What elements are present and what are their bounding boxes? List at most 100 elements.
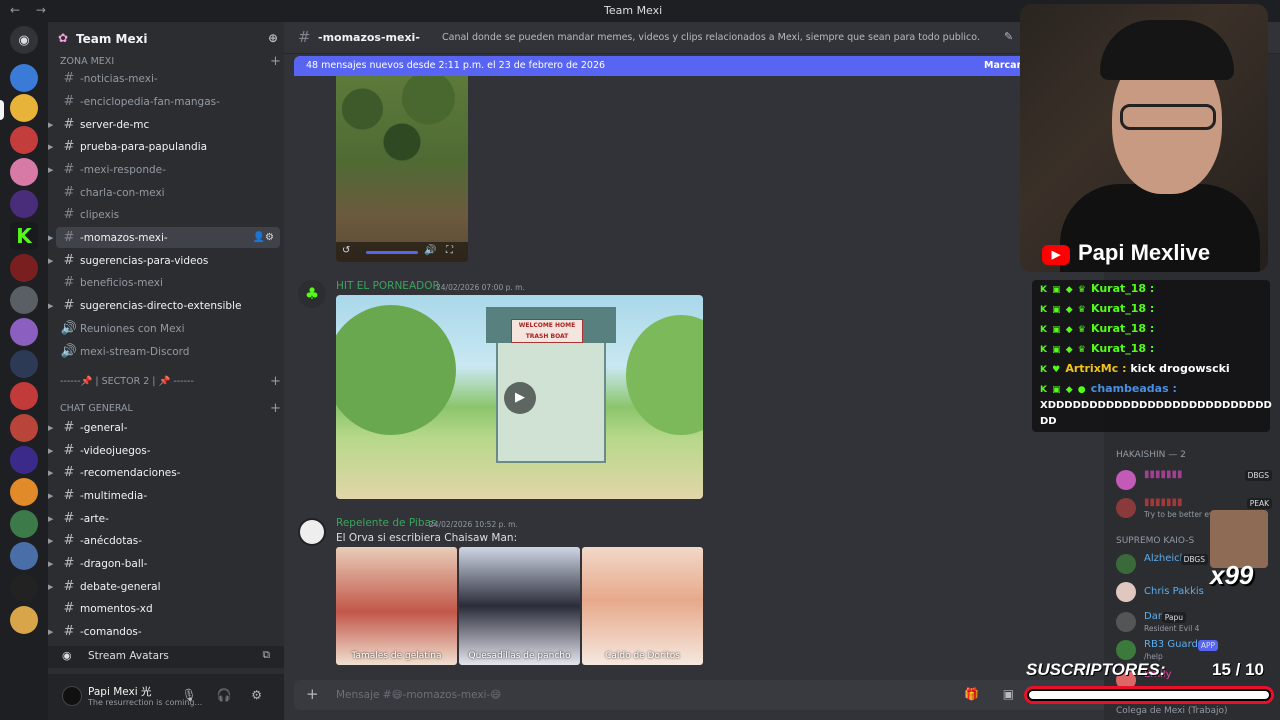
- server-icon[interactable]: [10, 126, 38, 154]
- channel-mexi-responde[interactable]: ▶ # -mexi-responde-: [48, 159, 280, 180]
- message-input[interactable]: Mensaje #😄-momazos-mexi-😄: [336, 689, 501, 701]
- channel-prueba-papulandia[interactable]: ▶ # prueba-para-papulandia: [48, 136, 280, 157]
- expand-arrow-icon[interactable]: ▶: [48, 143, 53, 151]
- avatar[interactable]: [62, 686, 82, 706]
- volume-icon[interactable]: 🔊: [424, 245, 436, 256]
- member-item[interactable]: Dan Papu Resident Evil 4: [1112, 608, 1278, 636]
- expand-arrow-icon[interactable]: ▶: [48, 515, 53, 523]
- server-icon[interactable]: [10, 510, 38, 538]
- add-attachment-icon[interactable]: +: [306, 685, 319, 703]
- video-controls[interactable]: ↺ 🔊 ⛶: [336, 242, 468, 262]
- image-attachment[interactable]: Quesadillas de pancho: [459, 547, 580, 665]
- category-zona-mexi[interactable]: ZONA MEXI +: [60, 54, 281, 69]
- channel-sugerencias-videos[interactable]: ▶ # sugerencias-para-videos: [48, 250, 280, 271]
- invite-people-icon[interactable]: ⊕: [268, 31, 278, 45]
- channel-settings-icon[interactable]: 👤⚙: [253, 232, 274, 243]
- message-author[interactable]: Repelente de Pibas: [336, 517, 436, 529]
- channel-sugerencias-directo[interactable]: ▶ # sugerencias-directo-extensible: [48, 295, 280, 316]
- chat-user: Kurat_18 :: [1091, 282, 1155, 295]
- expand-arrow-icon[interactable]: ▶: [48, 469, 53, 477]
- server-icon[interactable]: [10, 254, 38, 282]
- subscriber-goal: SUSCRIPTORES: 15 / 10: [1022, 658, 1274, 710]
- server-icon[interactable]: [10, 414, 38, 442]
- channel-noticias[interactable]: # -noticias-mexi-: [56, 68, 280, 89]
- add-channel-icon[interactable]: +: [270, 374, 281, 389]
- channel-momazos-mexi[interactable]: ▶ # -momazos-mexi- 👤⚙: [48, 227, 280, 248]
- member-category-supremo: SUPREMO KAIO-S: [1116, 536, 1194, 546]
- member-tag: PEAK: [1246, 498, 1272, 509]
- category-sector-2[interactable]: ------📌 | SECTOR 2 | 📌 ------ +: [60, 374, 281, 389]
- server-icon[interactable]: [10, 382, 38, 410]
- fullscreen-icon[interactable]: ⛶: [446, 245, 453, 256]
- server-icon-team-mexi[interactable]: [10, 94, 38, 122]
- stream-avatars-bar[interactable]: ◉ Stream Avatars ⧉: [48, 646, 284, 668]
- server-icon[interactable]: [10, 64, 38, 92]
- threads-icon[interactable]: ✎: [1004, 30, 1013, 43]
- avatar[interactable]: [298, 518, 326, 546]
- voice-channel-reuniones[interactable]: 🔊 Reuniones con Mexi: [56, 318, 280, 339]
- expand-arrow-icon[interactable]: ▶: [48, 166, 53, 174]
- play-icon[interactable]: ▶: [504, 382, 536, 414]
- channel-enciclopedia[interactable]: # -enciclopedia-fan-mangas-: [56, 91, 280, 112]
- server-icon[interactable]: [10, 350, 38, 378]
- channel-charla-con-mexi[interactable]: # charla-con-mexi: [56, 182, 280, 203]
- channel-anecdotas[interactable]: ▶ # -anécdotas-: [48, 530, 280, 551]
- kick-server-icon[interactable]: K: [10, 222, 38, 250]
- progress-bar[interactable]: [366, 251, 418, 254]
- channel-videojuegos[interactable]: ▶ # -videojuegos-: [48, 440, 280, 461]
- server-icon[interactable]: [10, 446, 38, 474]
- reaction-overlay: x99: [1206, 510, 1270, 592]
- server-icon[interactable]: [10, 542, 38, 570]
- message-author[interactable]: HIT EL PORNEADOR: [336, 280, 440, 292]
- discord-home-icon[interactable]: ◉: [10, 26, 38, 54]
- voice-controls[interactable]: 🎙 🎧 ⚙: [181, 688, 270, 702]
- category-chat-general[interactable]: CHAT GENERAL +: [60, 401, 281, 416]
- video-attachment[interactable]: ↺ 🔊 ⛶: [336, 76, 468, 262]
- expand-arrow-icon[interactable]: ▶: [48, 492, 53, 500]
- channel-debate-general[interactable]: ▶ # debate-general: [48, 576, 280, 597]
- history-nav-icons[interactable]: ← →: [10, 3, 52, 17]
- channel-momentos-xd[interactable]: # momentos-xd: [56, 598, 280, 619]
- server-icon[interactable]: [10, 286, 38, 314]
- expand-arrow-icon[interactable]: ▶: [48, 424, 53, 432]
- channel-general[interactable]: ▶ # -general-: [48, 417, 280, 438]
- expand-arrow-icon[interactable]: ▶: [48, 121, 53, 129]
- guild-header[interactable]: ✿ Team Mexi ⊕: [48, 22, 284, 56]
- expand-arrow-icon[interactable]: ▶: [48, 628, 53, 636]
- image-attachment[interactable]: Caldo de Doritos: [582, 547, 703, 665]
- expand-arrow-icon[interactable]: ▶: [48, 560, 53, 568]
- composer-tool-icons[interactable]: 🎁 ▣: [964, 687, 1024, 701]
- channel-clipexis[interactable]: # clipexis: [56, 204, 280, 225]
- channel-topic[interactable]: Canal donde se pueden mandar memes, vide…: [442, 32, 980, 43]
- channel-recomendaciones[interactable]: ▶ # -recomendaciones-: [48, 462, 280, 483]
- channel-dragon-ball[interactable]: ▶ # -dragon-ball-: [48, 553, 280, 574]
- video-attachment[interactable]: WELCOME HOME TRASH BOAT ▶: [336, 295, 703, 499]
- image-attachment[interactable]: Tamales de gelatina: [336, 547, 457, 665]
- channel-arte[interactable]: ▶ # -arte-: [48, 508, 280, 529]
- channel-beneficios-mexi[interactable]: # beneficios-mexi: [56, 272, 280, 293]
- server-icon[interactable]: [10, 478, 38, 506]
- expand-arrow-icon[interactable]: ▶: [48, 257, 53, 265]
- member-item[interactable]: ▮▮▮▮▮▮▮ DBGS: [1112, 466, 1278, 494]
- channel-multimedia[interactable]: ▶ # -multimedia-: [48, 485, 280, 506]
- expand-arrow-icon[interactable]: ▶: [48, 234, 53, 242]
- expand-arrow-icon[interactable]: ▶: [48, 447, 53, 455]
- badge-icons: K ▣ ◆ ♛: [1040, 325, 1092, 335]
- server-icon[interactable]: [10, 158, 38, 186]
- add-channel-icon[interactable]: +: [270, 401, 281, 416]
- server-icon[interactable]: [10, 190, 38, 218]
- voice-channel-mexi-stream[interactable]: 🔊 mexi-stream-Discord: [56, 341, 280, 362]
- channel-server-de-mc[interactable]: ▶ # server-de-mc: [48, 114, 280, 135]
- avatar[interactable]: ♣: [298, 280, 326, 308]
- add-channel-icon[interactable]: +: [270, 54, 281, 69]
- channel-comandos[interactable]: ▶ # -comandos-: [48, 621, 280, 642]
- server-icon[interactable]: [10, 606, 38, 634]
- popout-icon[interactable]: ⧉: [263, 649, 271, 662]
- server-icon[interactable]: [10, 574, 38, 602]
- expand-arrow-icon[interactable]: ▶: [48, 537, 53, 545]
- expand-arrow-icon[interactable]: ▶: [48, 302, 53, 310]
- chat-message: DD: [1040, 416, 1057, 427]
- expand-arrow-icon[interactable]: ▶: [48, 583, 53, 591]
- replay-icon[interactable]: ↺: [342, 245, 350, 256]
- server-icon[interactable]: [10, 318, 38, 346]
